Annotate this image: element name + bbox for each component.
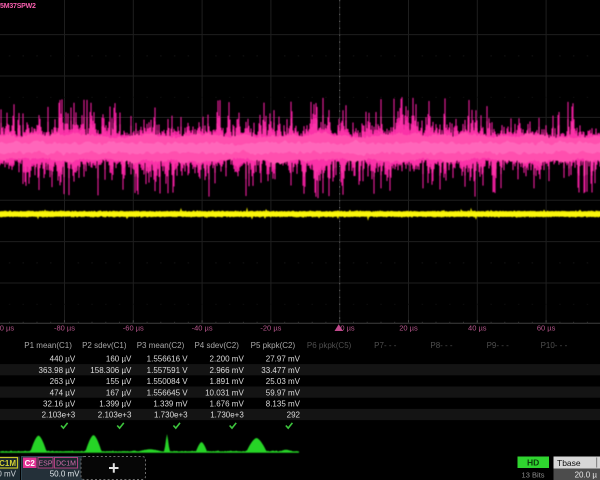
svg-text:32.16 µV: 32.16 µV [43, 400, 76, 409]
svg-text:P6 pkpk(C5): P6 pkpk(C5) [307, 341, 352, 350]
svg-text:-20 µs: -20 µs [260, 324, 281, 333]
svg-text:-40 µs: -40 µs [192, 324, 213, 333]
svg-text:P4 sdev(C2): P4 sdev(C2) [194, 341, 239, 350]
svg-text:1.339 mV: 1.339 mV [153, 400, 188, 409]
svg-text:-100 µs: -100 µs [0, 324, 14, 333]
svg-text:1.557591 V: 1.557591 V [147, 366, 189, 375]
svg-text:20 µs: 20 µs [399, 324, 418, 333]
svg-text:Tbase: Tbase [557, 458, 581, 468]
svg-text:8.135 mV: 8.135 mV [266, 400, 301, 409]
svg-text:1.399 µV: 1.399 µV [99, 400, 132, 409]
svg-text:158.306 µV: 158.306 µV [90, 366, 132, 375]
svg-text:C2: C2 [25, 459, 36, 468]
svg-text:1.730e+3: 1.730e+3 [154, 411, 188, 420]
svg-text:1.556645 V: 1.556645 V [147, 388, 189, 397]
svg-text:2.966 mV: 2.966 mV [210, 366, 245, 375]
svg-text:363.98 µV: 363.98 µV [39, 366, 76, 375]
svg-text:59.97 mV: 59.97 mV [266, 388, 301, 397]
svg-text:2.200 mV: 2.200 mV [210, 355, 245, 364]
svg-text:263 µV: 263 µV [50, 377, 76, 386]
svg-text:10.0 mV: 10.0 mV [0, 470, 17, 479]
svg-text:167 µV: 167 µV [106, 388, 132, 397]
svg-text:DC1M: DC1M [56, 461, 76, 468]
svg-text:2.103e+3: 2.103e+3 [98, 411, 132, 420]
svg-text:-60 µs: -60 µs [123, 324, 144, 333]
svg-text:5M37SPW2: 5M37SPW2 [0, 3, 36, 10]
svg-text:292: 292 [287, 411, 301, 420]
svg-text:40 µs: 40 µs [468, 324, 487, 333]
svg-text:20.0 µ: 20.0 µ [575, 471, 598, 480]
svg-text:HD: HD [527, 458, 539, 468]
svg-text:27.97 mV: 27.97 mV [266, 355, 301, 364]
svg-text:P10- - -: P10- - - [541, 341, 568, 350]
svg-text:1.730e+3: 1.730e+3 [210, 411, 244, 420]
svg-text:P7- - -: P7- - - [374, 341, 397, 350]
svg-text:10.031 mV: 10.031 mV [205, 388, 244, 397]
svg-text:P1 mean(C1): P1 mean(C1) [24, 341, 72, 350]
svg-text:P3 mean(C2): P3 mean(C2) [137, 341, 185, 350]
svg-text:474 µV: 474 µV [50, 388, 76, 397]
svg-text:-80 µs: -80 µs [54, 324, 75, 333]
svg-text:1.891 mV: 1.891 mV [210, 377, 245, 386]
svg-text:155 µV: 155 µV [106, 377, 132, 386]
svg-text:2.103e+3: 2.103e+3 [42, 411, 76, 420]
svg-text:1.676 mV: 1.676 mV [210, 400, 245, 409]
svg-text:DC1M: DC1M [0, 459, 16, 468]
svg-text:160 µV: 160 µV [106, 355, 132, 364]
svg-text:60 µs: 60 µs [537, 324, 556, 333]
svg-text:13 Bits: 13 Bits [522, 471, 545, 480]
svg-text:ESP: ESP [38, 461, 52, 468]
svg-text:440 µV: 440 µV [50, 355, 76, 364]
svg-text:1.550084 V: 1.550084 V [147, 377, 189, 386]
svg-text:P9- - -: P9- - - [487, 341, 510, 350]
svg-text:50.0 mV: 50.0 mV [50, 470, 80, 479]
svg-text:1.556616 V: 1.556616 V [147, 355, 189, 364]
svg-text:P5 pkpk(C2): P5 pkpk(C2) [251, 341, 296, 350]
svg-text:33.477 mV: 33.477 mV [261, 366, 300, 375]
svg-text:P8- - -: P8- - - [430, 341, 453, 350]
svg-text:0 µs: 0 µs [340, 324, 355, 333]
svg-text:P2 sdev(C1): P2 sdev(C1) [82, 341, 127, 350]
svg-text:25.03 mV: 25.03 mV [266, 377, 301, 386]
